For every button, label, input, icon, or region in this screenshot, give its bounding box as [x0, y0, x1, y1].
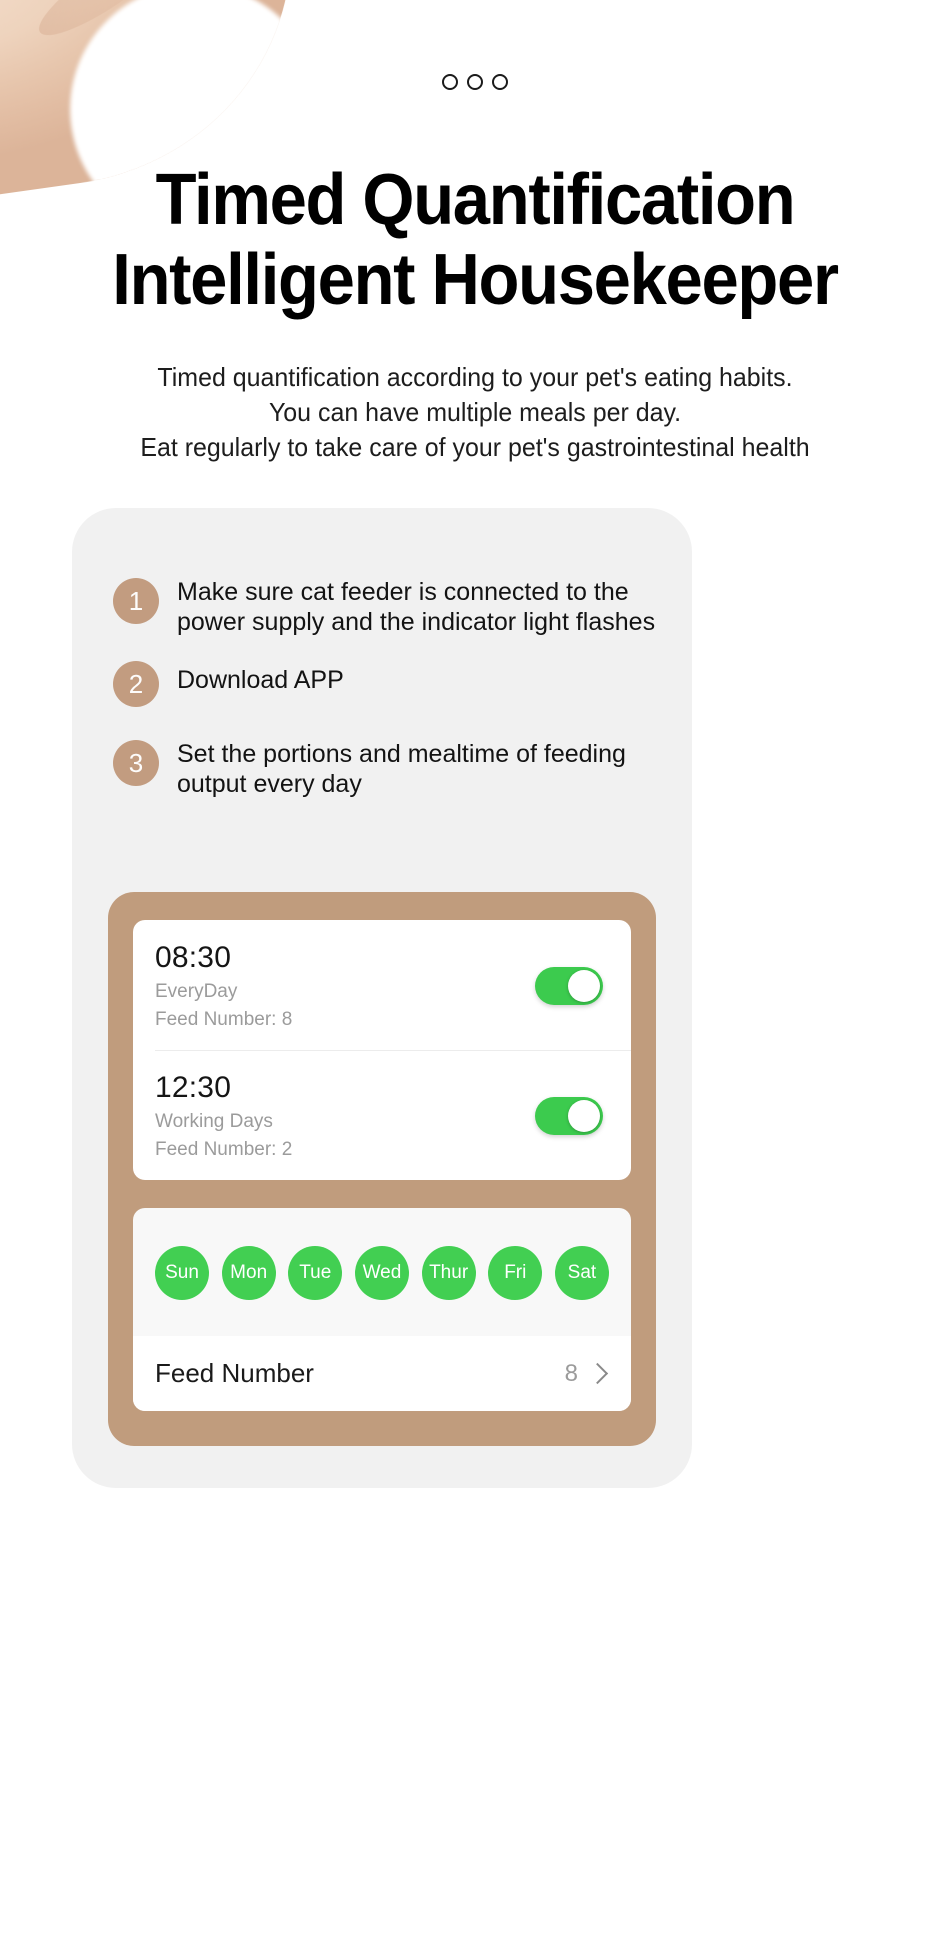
page-subtitle-line-1: Timed quantification according to your p…: [157, 362, 793, 392]
page-title: Timed Quantification Intelligent Houseke…: [33, 160, 917, 320]
schedule-row[interactable]: 12:30 Working Days Feed Number: 2: [133, 1050, 631, 1180]
feed-number-value: 8: [564, 1359, 578, 1387]
step-number-badge: 1: [113, 578, 159, 624]
feed-number-label: Feed Number: [155, 1358, 314, 1388]
circle-dot-icon: [492, 74, 508, 90]
page-subtitle-line-3: Eat regularly to take care of your pet's…: [140, 432, 810, 462]
dots-indicator: [0, 74, 950, 90]
schedule-card: 08:30 EveryDay Feed Number: 8 12:30 Work…: [133, 920, 631, 1180]
weekday-chip-wed[interactable]: Wed: [354, 1246, 409, 1300]
step-item: 2 Download APP: [113, 659, 673, 707]
step-text: Download APP: [177, 666, 344, 694]
app-mockup-frame: 08:30 EveryDay Feed Number: 8 12:30 Work…: [108, 892, 656, 1446]
schedule-repeat: EveryDay: [155, 981, 238, 1002]
schedule-feed-number: Feed Number: 2: [155, 1139, 293, 1160]
schedule-toggle[interactable]: [535, 967, 603, 1005]
weekday-chip-thur[interactable]: Thur: [421, 1246, 476, 1300]
weekday-chip-mon[interactable]: Mon: [221, 1246, 276, 1300]
step-text: Set the portions and mealtime of feeding…: [177, 740, 626, 798]
feed-number-value-group: 8: [565, 1360, 609, 1388]
step-text: Make sure cat feeder is connected to the…: [177, 578, 656, 636]
schedule-info: 08:30 EveryDay Feed Number: 8: [155, 940, 292, 1032]
circle-dot-icon: [467, 74, 483, 90]
weekday-chip-tue[interactable]: Tue: [288, 1246, 343, 1300]
toggle-knob: [568, 1100, 600, 1132]
schedule-info: 12:30 Working Days Feed Number: 2: [155, 1070, 292, 1162]
page-subtitle-line-2: You can have multiple meals per day.: [268, 397, 682, 427]
circle-dot-icon: [442, 74, 458, 90]
page-title-line-1: Timed Quantification: [155, 160, 796, 240]
step-item: 3 Set the portions and mealtime of feedi…: [113, 733, 673, 799]
schedule-time: 08:30: [155, 941, 232, 974]
page-title-line-2: Intelligent Housekeeper: [112, 240, 839, 320]
steps-list: 1 Make sure cat feeder is connected to t…: [113, 571, 673, 821]
schedule-feed-number: Feed Number: 8: [155, 1009, 293, 1030]
weekday-chip-sun[interactable]: Sun: [155, 1246, 209, 1300]
schedule-time: 12:30: [155, 1071, 232, 1104]
step-number-badge: 2: [113, 661, 159, 707]
page-subtitle: Timed quantification according to your p…: [19, 360, 931, 465]
schedule-toggle[interactable]: [535, 1097, 603, 1135]
feed-number-row[interactable]: Feed Number 8: [133, 1336, 631, 1411]
schedule-row[interactable]: 08:30 EveryDay Feed Number: 8: [133, 920, 631, 1050]
weekday-selector: Sun Mon Tue Wed Thur Fri Sat: [133, 1208, 631, 1336]
weekday-chip-fri[interactable]: Fri: [488, 1246, 543, 1300]
schedule-repeat: Working Days: [155, 1111, 273, 1132]
toggle-knob: [568, 970, 600, 1002]
step-number-badge: 3: [113, 740, 159, 786]
step-item: 1 Make sure cat feeder is connected to t…: [113, 571, 673, 637]
weekday-chip-sat[interactable]: Sat: [554, 1246, 609, 1300]
days-and-feed-card: Sun Mon Tue Wed Thur Fri Sat Feed Number…: [133, 1208, 631, 1411]
chevron-right-icon[interactable]: [586, 1362, 609, 1385]
